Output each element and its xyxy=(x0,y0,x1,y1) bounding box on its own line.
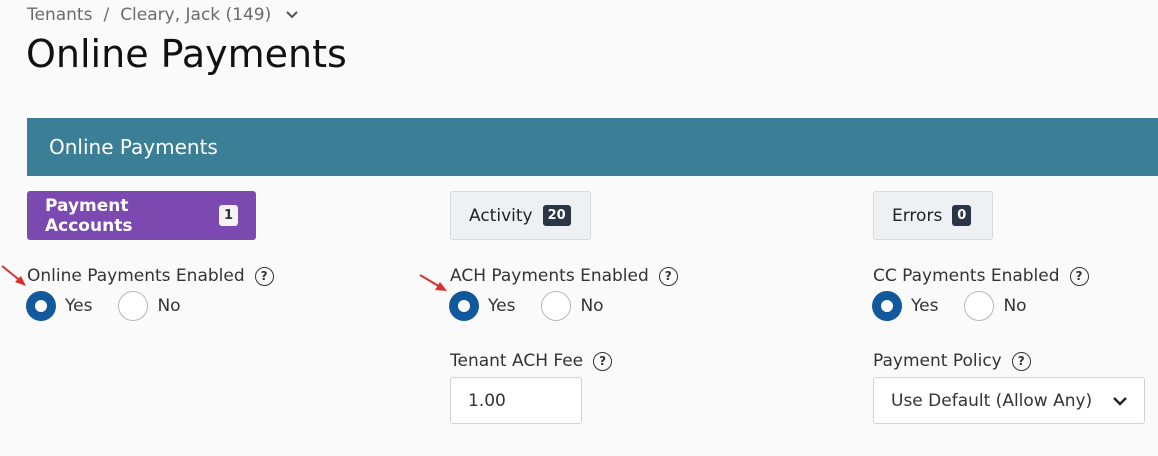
errors-label: Errors xyxy=(892,205,943,226)
ach-payments-yes-radio[interactable] xyxy=(449,291,479,321)
cc-payments-enabled-text: CC Payments Enabled xyxy=(873,266,1060,286)
section-banner-title: Online Payments xyxy=(49,135,218,159)
errors-count-badge: 0 xyxy=(952,205,972,226)
payment-policy-select[interactable]: Use Default (Allow Any) xyxy=(873,377,1145,424)
payment-accounts-count-badge: 1 xyxy=(218,205,238,226)
chevron-down-icon xyxy=(1112,391,1128,411)
ach-payments-no-radio[interactable] xyxy=(541,291,572,321)
help-icon[interactable]: ? xyxy=(593,351,613,371)
payment-accounts-label: Payment Accounts xyxy=(45,195,133,236)
online-payments-enabled-label: Online Payments Enabled ? xyxy=(27,266,274,286)
annotation-arrow-icon xyxy=(1,265,26,286)
section-banner: Online Payments xyxy=(27,118,1158,176)
ach-payments-enabled-text: ACH Payments Enabled xyxy=(450,266,649,286)
breadcrumb-separator: / xyxy=(103,5,110,25)
ach-payments-yes-label: Yes xyxy=(488,296,516,316)
online-payments-no-label: No xyxy=(157,296,181,316)
tenant-ach-fee-text: Tenant ACH Fee xyxy=(450,351,584,371)
payment-policy-value: Use Default (Allow Any) xyxy=(891,390,1093,411)
tenant-ach-fee-input[interactable]: 1.00 xyxy=(450,377,582,424)
chevron-down-icon[interactable] xyxy=(285,10,299,20)
breadcrumb-tenants[interactable]: Tenants xyxy=(27,5,92,25)
online-payments-enabled-text: Online Payments Enabled xyxy=(27,266,245,286)
ach-payments-enabled-label: ACH Payments Enabled ? xyxy=(450,266,678,286)
online-payments-yes-radio[interactable] xyxy=(26,291,56,321)
activity-button[interactable]: Activity 20 xyxy=(450,191,591,240)
online-payments-no-radio[interactable] xyxy=(118,291,149,321)
tenant-ach-fee-label: Tenant ACH Fee ? xyxy=(450,351,613,371)
activity-label: Activity xyxy=(469,205,533,226)
cc-payments-enabled-label: CC Payments Enabled ? xyxy=(873,266,1089,286)
tenant-ach-fee-value: 1.00 xyxy=(468,390,506,411)
help-icon[interactable]: ? xyxy=(658,266,678,286)
payment-policy-label: Payment Policy ? xyxy=(873,351,1031,371)
cc-payments-radio-group: Yes No xyxy=(872,290,1053,322)
errors-button[interactable]: Errors 0 xyxy=(873,191,993,240)
help-icon[interactable]: ? xyxy=(254,266,274,286)
ach-payments-radio-group: Yes No xyxy=(449,290,630,322)
page-title: Online Payments xyxy=(26,32,347,76)
cc-payments-yes-label: Yes xyxy=(911,296,939,316)
cc-payments-no-radio[interactable] xyxy=(964,291,995,321)
cc-payments-no-label: No xyxy=(1003,296,1027,316)
breadcrumb-current-tenant[interactable]: Cleary, Jack (149) xyxy=(120,5,271,25)
help-icon[interactable]: ? xyxy=(1069,266,1089,286)
annotation-arrow-icon xyxy=(419,274,447,291)
activity-count-badge: 20 xyxy=(542,205,571,226)
payment-policy-text: Payment Policy xyxy=(873,351,1002,371)
online-payments-radio-group: Yes No xyxy=(26,290,207,322)
online-payments-yes-label: Yes xyxy=(65,296,93,316)
ach-payments-no-label: No xyxy=(580,296,604,316)
cc-payments-yes-radio[interactable] xyxy=(872,291,902,321)
breadcrumb: Tenants / Cleary, Jack (149) xyxy=(27,5,299,25)
payment-accounts-button[interactable]: Payment Accounts 1 xyxy=(27,191,256,240)
help-icon[interactable]: ? xyxy=(1011,351,1031,371)
